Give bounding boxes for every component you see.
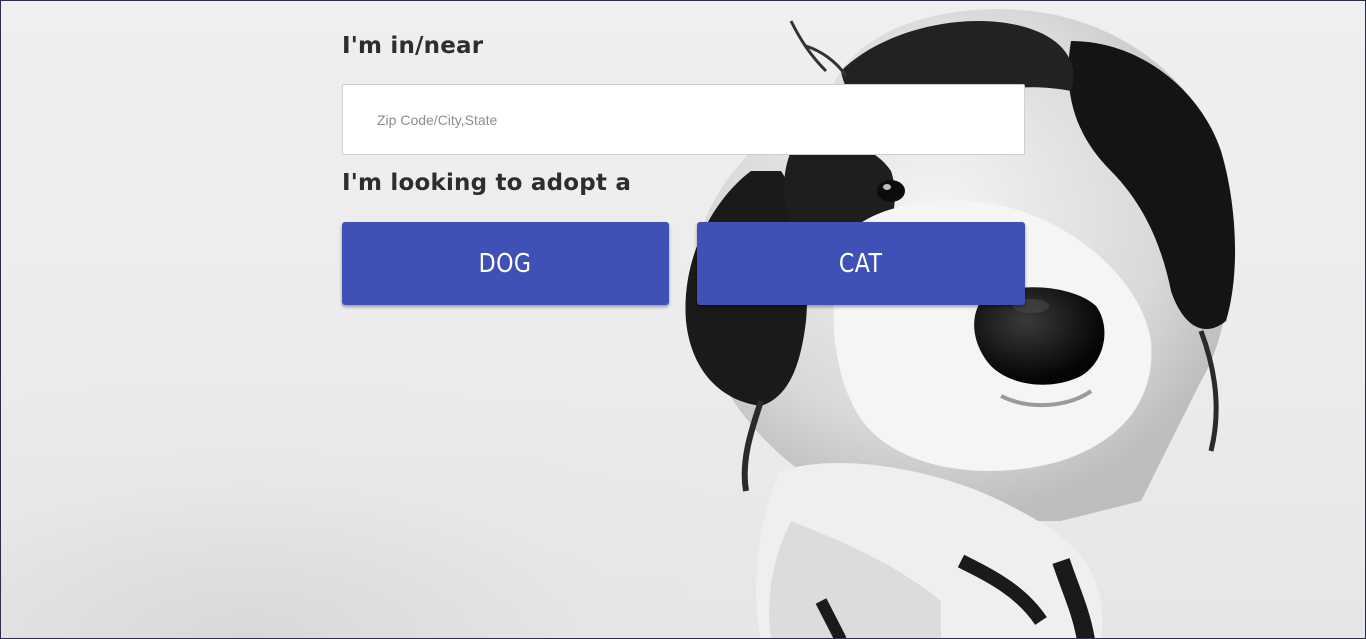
cat-button[interactable]: CAT xyxy=(697,222,1025,305)
cat-button-label: CAT xyxy=(839,248,883,279)
location-input[interactable] xyxy=(342,84,1025,155)
dog-button[interactable]: DOG xyxy=(342,222,669,305)
page-background: I'm in/near I'm looking to adopt a DOG C… xyxy=(0,0,1366,639)
adopt-label: I'm looking to adopt a xyxy=(342,170,632,196)
dog-button-label: DOG xyxy=(479,248,532,279)
location-label: I'm in/near xyxy=(342,33,484,59)
